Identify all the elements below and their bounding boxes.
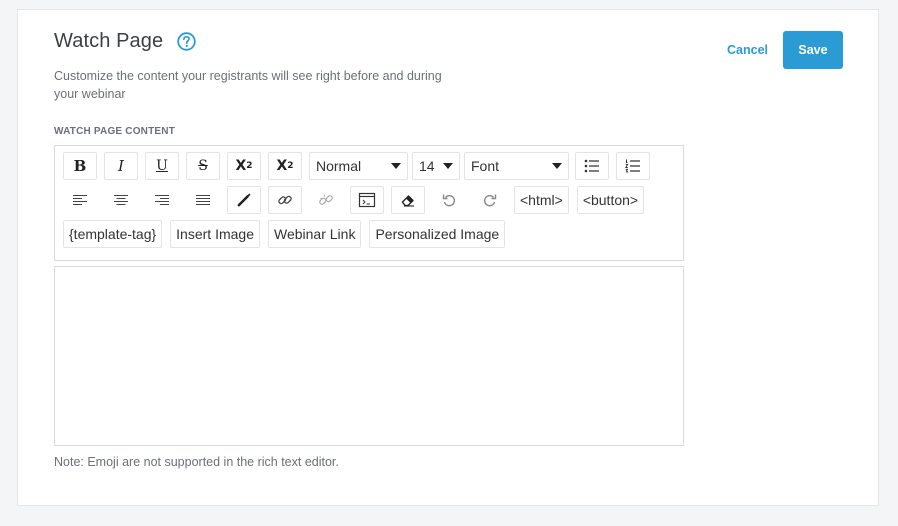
undo-icon[interactable]: [432, 186, 466, 214]
insert-html-button[interactable]: <html>: [514, 186, 569, 214]
cancel-button[interactable]: Cancel: [727, 43, 768, 57]
eraser-icon[interactable]: [391, 186, 425, 214]
personalized-image-button[interactable]: Personalized Image: [369, 220, 506, 248]
pen-icon[interactable]: [227, 186, 261, 214]
watch-page-card: Watch Page Customize the content your re…: [17, 9, 879, 506]
webinar-link-button[interactable]: Webinar Link: [268, 220, 362, 248]
numbered-list-icon[interactable]: [616, 152, 650, 180]
page-title: Watch Page: [54, 30, 164, 52]
size-select[interactable]: 14: [412, 152, 460, 180]
strikethrough-icon[interactable]: S: [186, 152, 220, 180]
bold-icon[interactable]: B: [63, 152, 97, 180]
link-icon[interactable]: [268, 186, 302, 214]
section-label: WATCH PAGE CONTENT: [54, 126, 176, 137]
page-subtitle: Customize the content your registrants w…: [54, 69, 442, 101]
subscript-icon[interactable]: X2: [268, 152, 302, 180]
format-select[interactable]: Normal: [309, 152, 408, 180]
size-select-value: 14: [419, 158, 435, 174]
emoji-note: Note: Emoji are not supported in the ric…: [54, 455, 339, 469]
format-select-value: Normal: [316, 158, 362, 174]
unlink-icon[interactable]: [309, 186, 343, 214]
italic-icon[interactable]: I: [104, 152, 138, 180]
rich-text-editor[interactable]: [54, 266, 684, 446]
underline-icon[interactable]: U: [145, 152, 179, 180]
align-center-icon[interactable]: [104, 186, 138, 214]
title-row: Watch Page: [54, 30, 196, 53]
align-justify-icon[interactable]: [186, 186, 220, 214]
insert-image-button[interactable]: Insert Image: [170, 220, 260, 248]
insert-button-button[interactable]: <button>: [576, 186, 645, 214]
font-select-value: Font: [471, 158, 500, 174]
toolbar-row-3: {template-tag} Insert Image Webinar Link…: [63, 220, 513, 248]
chevron-down-icon: [552, 163, 562, 169]
align-right-icon[interactable]: [145, 186, 179, 214]
bullet-list-icon[interactable]: [575, 152, 609, 180]
toolbar-row-1: B I U S X2 X2 Normal 14 Font: [63, 152, 657, 180]
help-icon[interactable]: [177, 32, 196, 51]
redo-icon[interactable]: [473, 186, 507, 214]
header-actions: Cancel Save: [727, 31, 843, 69]
toolbar-row-2: <html> <button>: [63, 186, 652, 214]
superscript-icon[interactable]: X2: [227, 152, 261, 180]
font-select[interactable]: Font: [464, 152, 569, 180]
chevron-down-icon: [443, 163, 453, 169]
template-tag-button[interactable]: {template-tag}: [63, 220, 163, 248]
chevron-down-icon: [391, 163, 401, 169]
save-button[interactable]: Save: [783, 31, 843, 69]
align-left-icon[interactable]: [63, 186, 97, 214]
editor-toolbar: B I U S X2 X2 Normal 14 Font <html> <but…: [54, 145, 684, 261]
source-icon[interactable]: [350, 186, 384, 214]
